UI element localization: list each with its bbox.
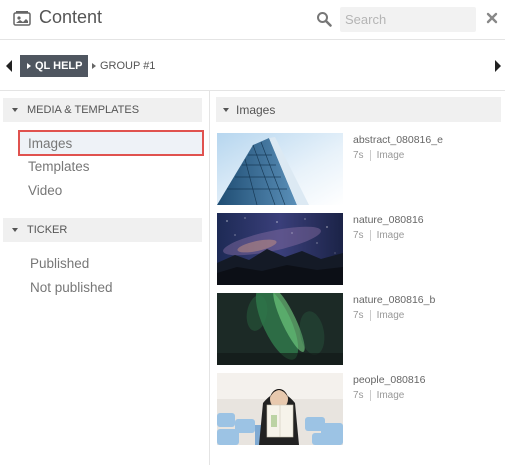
meta-divider <box>369 150 371 161</box>
item-type: Image <box>376 230 405 241</box>
search-input[interactable] <box>340 7 476 32</box>
nav-right-arrow-icon[interactable] <box>493 58 503 74</box>
item-type: Image <box>376 390 405 401</box>
sidebar-item-video[interactable]: Video <box>28 183 62 198</box>
item-meta: 7s Image <box>353 310 404 321</box>
caret-right-icon <box>27 63 31 69</box>
sidebar-item-label: Templates <box>28 159 90 174</box>
item-duration: 7s <box>353 390 364 401</box>
group-tab-ql-help[interactable]: QL HELP <box>20 55 89 77</box>
group-tab-group-1[interactable]: GROUP #1 <box>92 55 155 77</box>
caret-down-icon <box>12 108 18 112</box>
section-title: Images <box>236 102 276 117</box>
section-media-templates[interactable]: MEDIA & TEMPLATES <box>3 98 202 122</box>
thumbnail-building[interactable] <box>217 133 343 205</box>
milky-way-image <box>217 213 343 285</box>
item-duration: 7s <box>353 150 364 161</box>
nav-left-arrow-icon[interactable] <box>4 58 14 74</box>
aurora-image <box>217 293 343 365</box>
search-icon[interactable] <box>316 11 332 27</box>
thumbnail-aurora[interactable] <box>217 293 343 365</box>
meta-divider <box>369 230 371 241</box>
caret-down-icon <box>223 108 229 112</box>
section-ticker[interactable]: TICKER <box>3 218 202 242</box>
person-reading-image <box>217 373 343 445</box>
sidebar-item-label: Images <box>28 135 73 151</box>
content-icon <box>13 11 31 26</box>
item-meta: 7s Image <box>353 230 404 241</box>
item-meta: 7s Image <box>353 390 404 401</box>
meta-divider <box>369 310 371 321</box>
item-duration: 7s <box>353 310 364 321</box>
group-tab-label: GROUP #1 <box>100 60 156 72</box>
item-type: Image <box>376 150 405 161</box>
caret-right-icon <box>92 63 96 69</box>
caret-down-icon <box>12 228 18 232</box>
building-image <box>217 133 343 205</box>
sidebar-item-templates[interactable]: Templates <box>28 159 90 174</box>
close-icon[interactable] <box>485 11 499 25</box>
item-meta: 7s Image <box>353 150 404 161</box>
group-bar: QL HELP GROUP #1 <box>0 40 505 91</box>
sidebar-item-images[interactable]: Images <box>18 130 204 156</box>
section-title: TICKER <box>27 224 68 236</box>
sidebar-item-label: Not published <box>30 280 113 295</box>
sidebar-item-label: Video <box>28 183 63 198</box>
sidebar-item-label: Published <box>30 256 90 271</box>
panel-title: Content <box>39 7 103 27</box>
item-name: abstract_080816_e <box>353 134 443 146</box>
section-images[interactable]: Images <box>216 97 501 122</box>
sidebar-item-not-published[interactable]: Not published <box>30 280 113 295</box>
header: Content <box>0 0 505 40</box>
meta-divider <box>369 390 371 401</box>
item-name: nature_080816 <box>353 214 424 226</box>
thumbnail-milky-way[interactable] <box>217 213 343 285</box>
item-name: people_080816 <box>353 374 426 386</box>
item-duration: 7s <box>353 230 364 241</box>
section-title: MEDIA & TEMPLATES <box>27 104 140 116</box>
sidebar-item-published[interactable]: Published <box>30 256 89 271</box>
thumbnail-person-reading[interactable] <box>217 373 343 445</box>
item-type: Image <box>376 310 405 321</box>
group-tab-label: QL HELP <box>35 60 83 72</box>
item-name: nature_080816_b <box>353 294 436 306</box>
